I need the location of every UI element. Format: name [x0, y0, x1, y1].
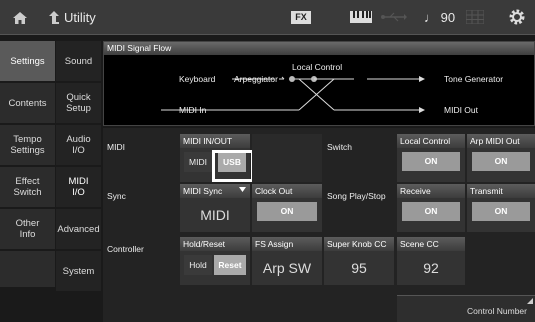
row-controller-label: Controller — [107, 244, 144, 254]
midi-signal-flow: MIDI Signal Flow Local Control Keyboard … — [103, 41, 535, 126]
midi-sync-cell[interactable]: MIDI Sync MIDI — [180, 184, 250, 232]
dropup-corner-icon — [527, 298, 533, 304]
grid-icon[interactable] — [466, 10, 484, 24]
sub-advanced[interactable]: Advanced — [56, 209, 101, 249]
transmit-header: Transmit — [467, 184, 535, 198]
row-sync-label: Sync — [107, 191, 126, 201]
keyboard-label: Keyboard — [179, 74, 216, 84]
clock-out-toggle[interactable]: ON — [257, 202, 317, 221]
scene-cc-value: 92 — [423, 260, 439, 276]
sub-sound[interactable]: Sound — [56, 41, 101, 81]
nav-empty — [0, 251, 55, 287]
local-control-cell[interactable]: Local Control ON — [397, 134, 465, 182]
home-icon — [13, 11, 27, 24]
arp-midi-out-toggle[interactable]: ON — [472, 152, 530, 171]
tone-generator-label: Tone Generator — [444, 74, 504, 84]
midi-sync-value: MIDI — [200, 207, 230, 223]
sub-audio-io[interactable]: Audio I/O — [56, 125, 101, 165]
scene-cc-header: Scene CC — [397, 237, 465, 251]
clock-out-header: Clock Out — [252, 184, 322, 198]
local-control-header: Local Control — [397, 134, 465, 148]
subcategory-nav: Sound Quick Setup Audio I/O MIDI I/O Adv… — [56, 41, 101, 293]
fs-assign-value: Arp SW — [262, 260, 312, 276]
nav-other-info[interactable]: Other Info — [0, 209, 55, 249]
keyboard-icon — [350, 11, 372, 23]
title-bar: Utility FX ♩ 90 — [0, 0, 535, 35]
page-title: Utility — [64, 10, 96, 25]
midi-in-label: MIDI In — [179, 105, 207, 115]
midi-in-out-midi-option[interactable]: MIDI — [184, 152, 212, 172]
hold-option[interactable]: Hold — [184, 255, 212, 275]
nav-tempo-settings[interactable]: Tempo Settings — [0, 125, 55, 165]
arp-midi-out-cell[interactable]: Arp MIDI Out ON — [467, 134, 535, 182]
midi-in-out-header: MIDI IN/OUT — [180, 134, 250, 148]
hold-reset-cell[interactable]: Hold/Reset Hold Reset — [180, 237, 250, 285]
sub-midi-io[interactable]: MIDI I/O — [56, 167, 101, 207]
arpeggiator-label: Arpeggiator — [234, 74, 278, 84]
transmit-toggle[interactable]: ON — [472, 202, 530, 221]
fs-assign-header: FS Assign — [252, 237, 322, 251]
scene-cc-cell[interactable]: Scene CC 92 — [397, 237, 465, 285]
nav-effect-switch[interactable]: Effect Switch — [0, 167, 55, 207]
sub-quick-setup[interactable]: Quick Setup — [56, 83, 101, 123]
super-knob-cc-header: Super Knob CC — [324, 237, 394, 251]
control-number-label: Control Number — [467, 306, 527, 316]
dropdown-indicator-icon — [239, 187, 246, 192]
empty-cell — [252, 134, 322, 182]
up-button[interactable] — [48, 0, 60, 35]
hold-reset-header: Hold/Reset — [180, 237, 250, 251]
row-midi-label: MIDI — [107, 142, 125, 152]
nav-contents[interactable]: Contents — [0, 83, 55, 123]
local-control-toggle[interactable]: ON — [402, 152, 460, 171]
clock-out-cell[interactable]: Clock Out ON — [252, 184, 322, 232]
row-song-play-stop-label: Song Play/Stop — [327, 191, 386, 201]
tempo-display[interactable]: ♩ 90 — [424, 0, 455, 35]
control-number-button[interactable]: Control Number — [397, 295, 535, 322]
category-nav: Settings Contents Tempo Settings Effect … — [0, 41, 55, 289]
fx-badge[interactable]: FX — [291, 11, 311, 24]
usb-icon — [381, 12, 407, 22]
super-knob-cc-value: 95 — [351, 260, 367, 276]
nav-settings[interactable]: Settings — [0, 41, 55, 81]
selection-highlight — [212, 150, 254, 182]
flow-title: MIDI Signal Flow — [104, 42, 534, 55]
receive-toggle[interactable]: ON — [402, 202, 460, 221]
gear-icon[interactable] — [508, 8, 526, 26]
receive-cell[interactable]: Receive ON — [397, 184, 465, 232]
home-button[interactable] — [0, 0, 40, 35]
super-knob-cc-cell[interactable]: Super Knob CC 95 — [324, 237, 394, 285]
local-control-label: Local Control — [292, 62, 343, 72]
reset-option[interactable]: Reset — [214, 255, 246, 275]
arp-midi-out-header: Arp MIDI Out — [467, 134, 535, 148]
row-switch-label: Switch — [327, 142, 353, 152]
midi-out-label: MIDI Out — [444, 105, 479, 115]
transmit-cell[interactable]: Transmit ON — [467, 184, 535, 232]
arrow-up-icon — [49, 10, 59, 24]
sub-system[interactable]: System — [56, 251, 101, 291]
fs-assign-cell[interactable]: FS Assign Arp SW — [252, 237, 322, 285]
receive-header: Receive — [397, 184, 465, 198]
